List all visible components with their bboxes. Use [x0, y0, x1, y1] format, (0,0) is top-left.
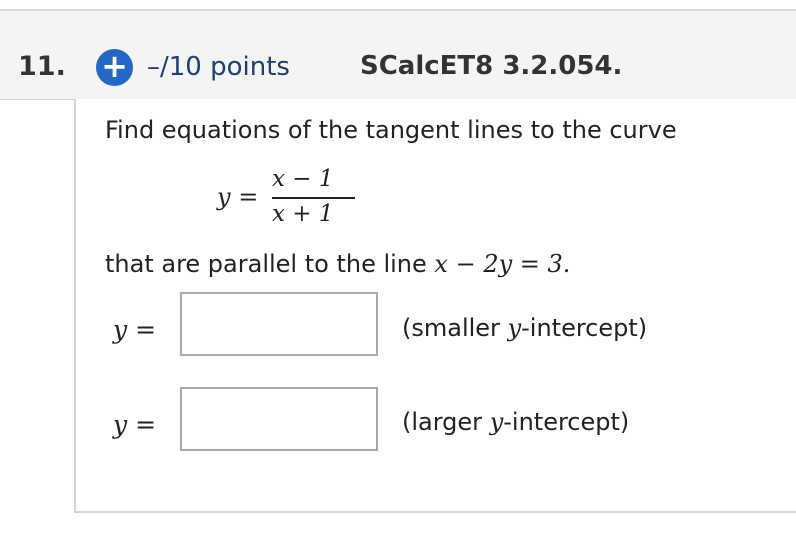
fraction-bar	[272, 197, 355, 199]
answer-2-note: (larger y-intercept)	[402, 408, 629, 436]
note-suffix: -intercept)	[521, 314, 648, 342]
answer-1-input[interactable]	[180, 292, 378, 356]
answer-2-label: y =	[113, 410, 157, 439]
answer-1-label: y =	[113, 315, 157, 344]
question-code: SCalcET8 3.2.054.	[360, 51, 623, 81]
note-var: y	[489, 408, 504, 436]
note-prefix: (larger	[402, 408, 490, 436]
note-suffix: -intercept)	[503, 408, 630, 436]
note-var: y	[507, 314, 522, 342]
equation-lhs: y =	[217, 183, 259, 211]
answer-2-input[interactable]	[180, 387, 378, 451]
parallel-equation: x − 2y = 3.	[434, 250, 571, 278]
answer-1-note: (smaller y-intercept)	[402, 314, 647, 342]
question-prompt: Find equations of the tangent lines to t…	[105, 116, 677, 144]
plus-circle-icon[interactable]: +	[96, 49, 133, 86]
fraction-numerator: x − 1	[272, 166, 334, 192]
parallel-text: that are parallel to the line	[105, 250, 427, 278]
note-prefix: (smaller	[402, 314, 508, 342]
question-header: 11. + –/10 points SCalcET8 3.2.054.	[0, 11, 796, 100]
fraction-denominator: x + 1	[272, 201, 334, 227]
question-number: 11.	[18, 51, 66, 82]
parallel-condition: that are parallel to the line x − 2y = 3…	[105, 250, 570, 278]
points-label: –/10 points	[147, 52, 290, 82]
